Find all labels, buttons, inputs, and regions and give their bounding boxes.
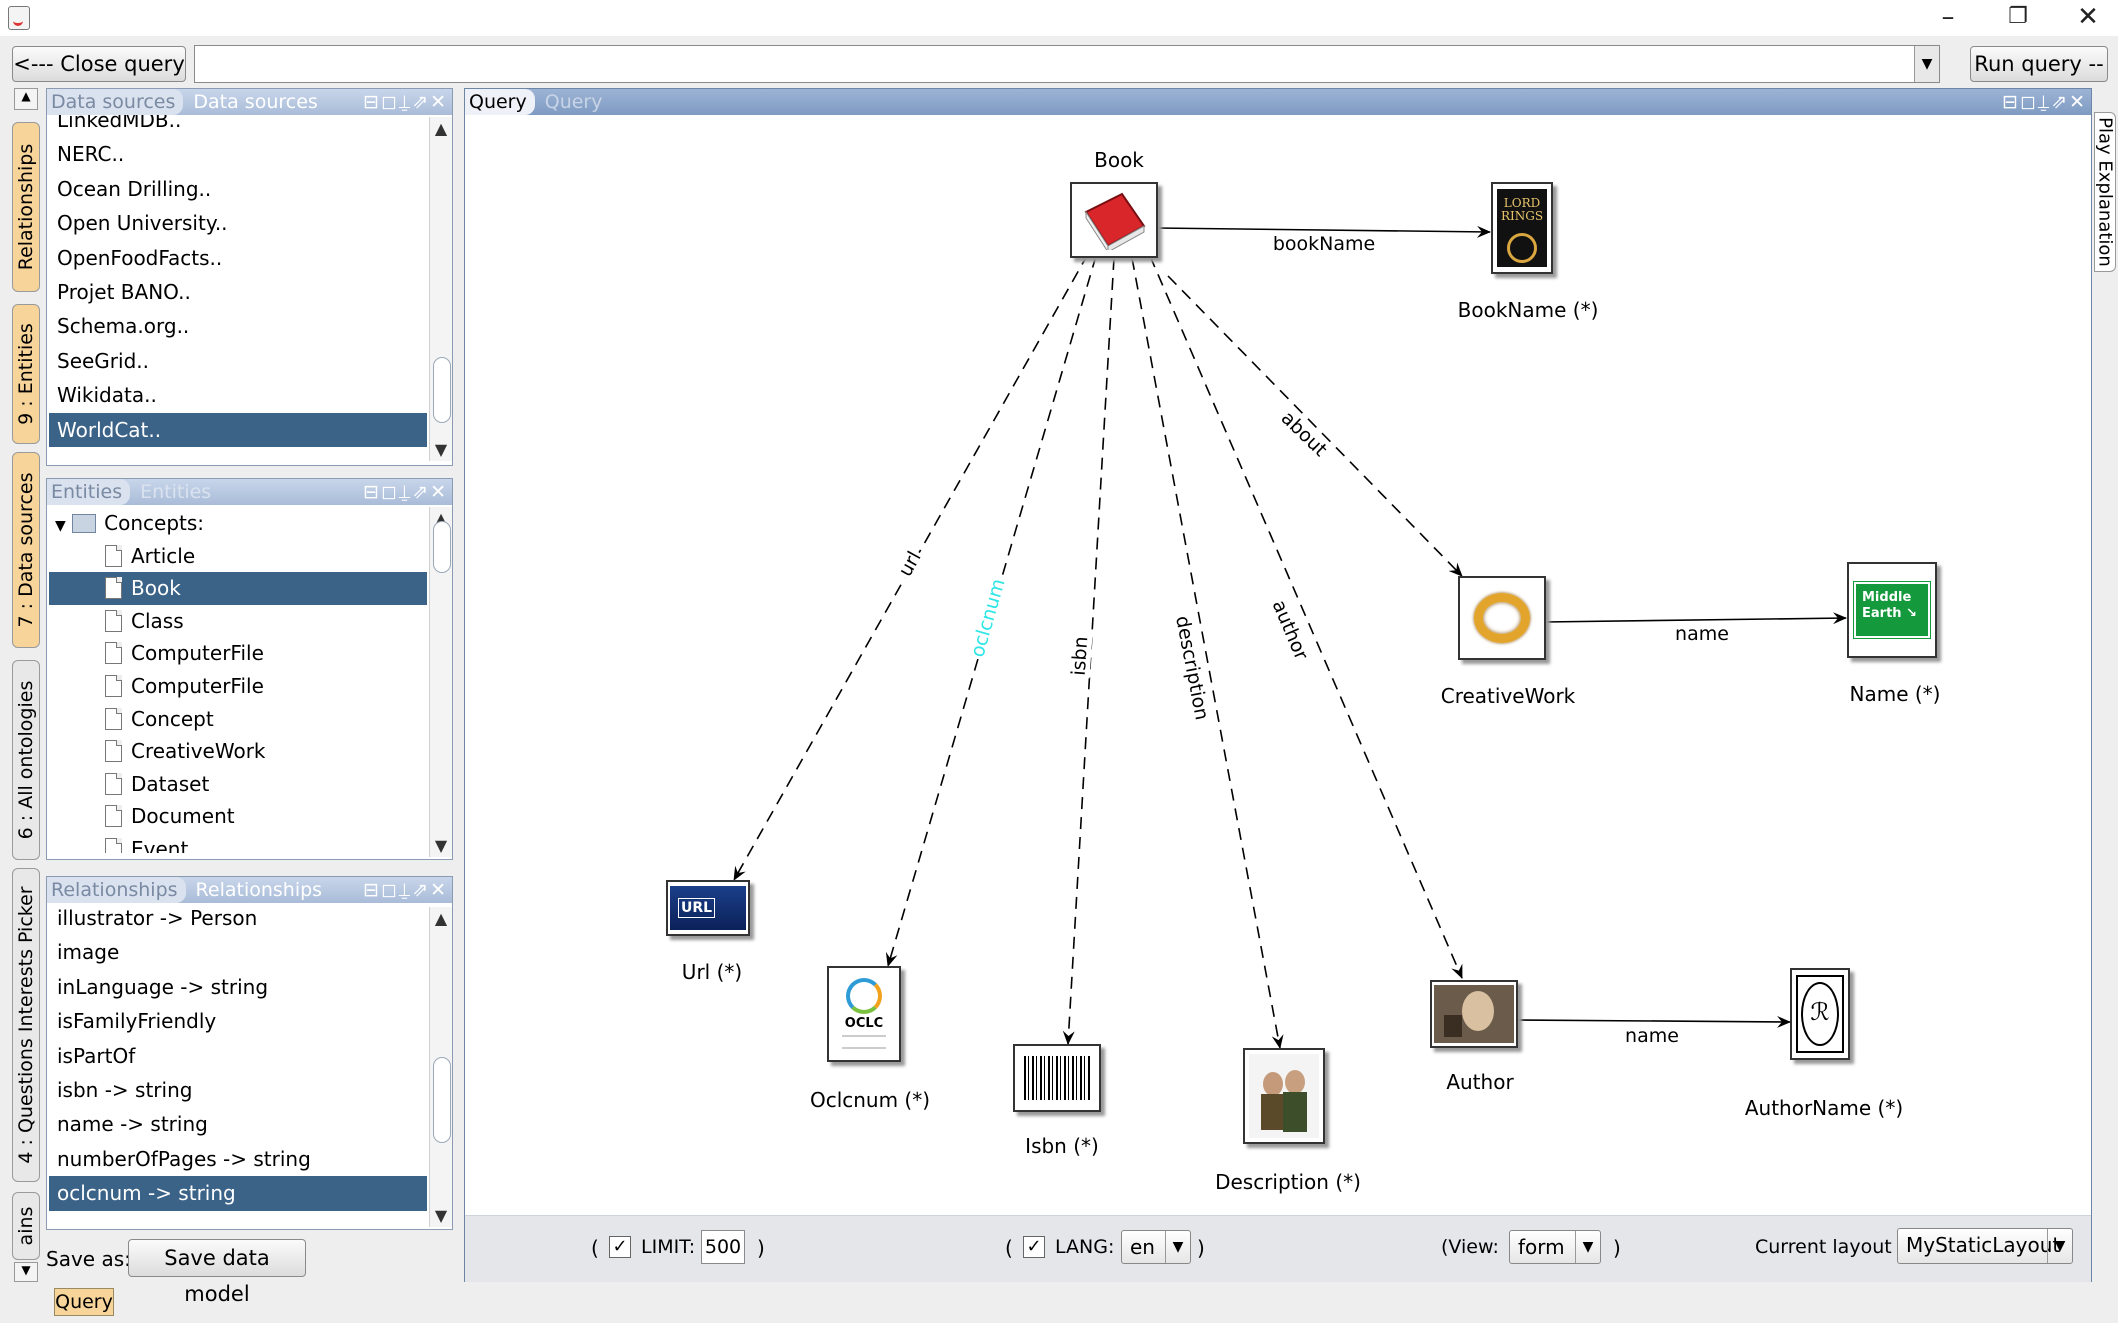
hobbits-picture-icon: [1249, 1054, 1319, 1138]
lord-of-the-rings-cover-icon: LORD RINGS: [1497, 189, 1547, 267]
edge-description-line[interactable]: [1131, 257, 1284, 1049]
node-creativework-label: CreativeWork: [1440, 684, 1576, 708]
node-book[interactable]: [1070, 182, 1158, 258]
node-url[interactable]: URL: [666, 880, 750, 936]
red-book-icon: [1078, 190, 1150, 250]
edge-bookName-line[interactable]: [1155, 225, 1491, 238]
node-book-label: Book: [1094, 148, 1144, 172]
node-name-label: Name (*): [1849, 682, 1941, 706]
node-authorname[interactable]: ℛ: [1790, 968, 1850, 1060]
edge-about-line[interactable]: [1167, 275, 1463, 577]
barcode-icon: [1020, 1052, 1094, 1104]
node-description[interactable]: [1243, 1048, 1325, 1144]
node-bookname[interactable]: LORD RINGS: [1491, 182, 1553, 274]
status-query-tab[interactable]: Query: [54, 1288, 114, 1316]
tolkien-monogram-icon: ℛ: [1796, 975, 1844, 1053]
node-creativework[interactable]: [1458, 576, 1546, 660]
node-isbn-label: Isbn (*): [1025, 1134, 1099, 1158]
url-badge-icon: URL: [670, 886, 746, 930]
query-graph-edges: [733, 225, 1847, 1049]
golden-ring-icon: [1474, 593, 1530, 643]
author-portrait-icon: [1434, 985, 1514, 1043]
edge-name-line[interactable]: [1515, 1015, 1791, 1028]
edge-name-label[interactable]: name: [1623, 1025, 1681, 1047]
node-authorname-label: AuthorName (*): [1744, 1096, 1904, 1120]
edge-author-line[interactable]: [1149, 255, 1463, 979]
middle-earth-sign-icon: Middle Earth ↘: [1853, 581, 1931, 639]
edge-isbn-label[interactable]: isbn: [1067, 633, 1093, 679]
edge-name-label[interactable]: name: [1673, 623, 1731, 645]
oclc-logo-icon: OCLC: [834, 972, 894, 1056]
edge-name-line[interactable]: [1543, 612, 1847, 625]
node-bookname-label: BookName (*): [1457, 298, 1599, 322]
node-oclcnum-label: Oclcnum (*): [809, 1088, 931, 1112]
node-url-label: Url (*): [681, 960, 743, 984]
node-description-label: Description (*): [1215, 1170, 1361, 1194]
edge-bookName-label[interactable]: bookName: [1270, 233, 1378, 255]
node-name[interactable]: Middle Earth ↘: [1847, 562, 1937, 658]
node-author[interactable]: [1430, 980, 1518, 1048]
node-author-label: Author: [1446, 1070, 1514, 1094]
node-isbn[interactable]: [1013, 1044, 1101, 1112]
node-oclcnum[interactable]: OCLC: [827, 966, 901, 1062]
